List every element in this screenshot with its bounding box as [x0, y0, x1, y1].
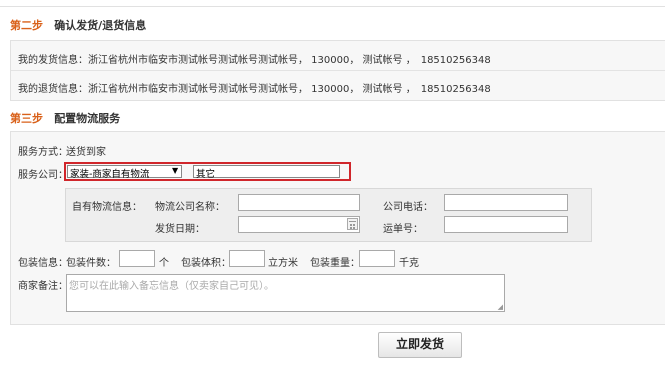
step3-header: 第三步 配置物流服务 [10, 110, 120, 126]
step2-title: 确认发货/退货信息 [54, 19, 147, 32]
chevron-down-icon: ▼ [172, 166, 179, 175]
tracking-label: 运单号： [383, 224, 423, 235]
package-volume-unit: 立方米 [268, 258, 298, 269]
ship-date-label: 发货日期： [155, 224, 205, 235]
step3-title: 配置物流服务 [54, 112, 121, 125]
package-count-input[interactable] [119, 250, 155, 267]
own-logistics-label: 自有物流信息： [72, 202, 142, 213]
resize-handle-icon[interactable]: ◢ [498, 303, 503, 311]
top-divider [0, 0, 665, 7]
tracking-input[interactable] [444, 216, 568, 233]
package-count-unit: 个 [159, 258, 169, 269]
remark-placeholder: 您可以在此输入备忘信息（仅卖家自己可见）。 [69, 281, 274, 292]
package-weight-unit: 千克 [399, 258, 419, 269]
ship-info-text: 我的发货信息：浙江省杭州市临安市测试帐号测试帐号测试帐号， 130000， 测试… [18, 55, 491, 66]
step2-header: 第二步 确认发货/退货信息 [10, 17, 146, 33]
company-select[interactable]: 家装-商家自有物流 ▼ [67, 165, 182, 180]
ship-date-input[interactable] [238, 216, 360, 233]
company-other-value: 其它 [196, 169, 216, 180]
package-label: 包装信息： [18, 258, 68, 269]
company-phone-label: 公司电话： [383, 202, 433, 213]
company-name-input[interactable] [238, 194, 360, 211]
company-phone-input[interactable] [444, 194, 568, 211]
company-label: 服务公司： [18, 170, 68, 181]
calendar-icon[interactable] [347, 218, 358, 230]
package-volume-label: 包装体积： [181, 258, 231, 269]
remark-label: 商家备注： [18, 281, 68, 292]
package-weight-input[interactable] [359, 250, 395, 267]
step2-panel: 我的发货信息：浙江省杭州市临安市测试帐号测试帐号测试帐号， 130000， 测试… [10, 40, 665, 101]
ship-now-button[interactable]: 立即发货 [378, 332, 462, 358]
return-info-text: 我的退货信息：浙江省杭州市临安市测试帐号测试帐号测试帐号， 130000， 测试… [18, 84, 491, 95]
company-other-input[interactable]: 其它 [193, 165, 340, 180]
step2-label: 第二步 [10, 19, 43, 32]
package-volume-input[interactable] [229, 250, 265, 267]
service-mode-label: 服务方式： [18, 147, 68, 158]
package-weight-label: 包装重量： [310, 258, 360, 269]
step3-label: 第三步 [10, 112, 43, 125]
remark-textarea[interactable]: 您可以在此输入备忘信息（仅卖家自己可见）。 ◢ [66, 274, 505, 312]
company-name-label: 物流公司名称： [155, 202, 225, 213]
package-count-label: 包装件数： [66, 258, 116, 269]
company-select-value: 家装-商家自有物流 [70, 169, 150, 180]
service-mode-value: 送货到家 [66, 147, 106, 158]
